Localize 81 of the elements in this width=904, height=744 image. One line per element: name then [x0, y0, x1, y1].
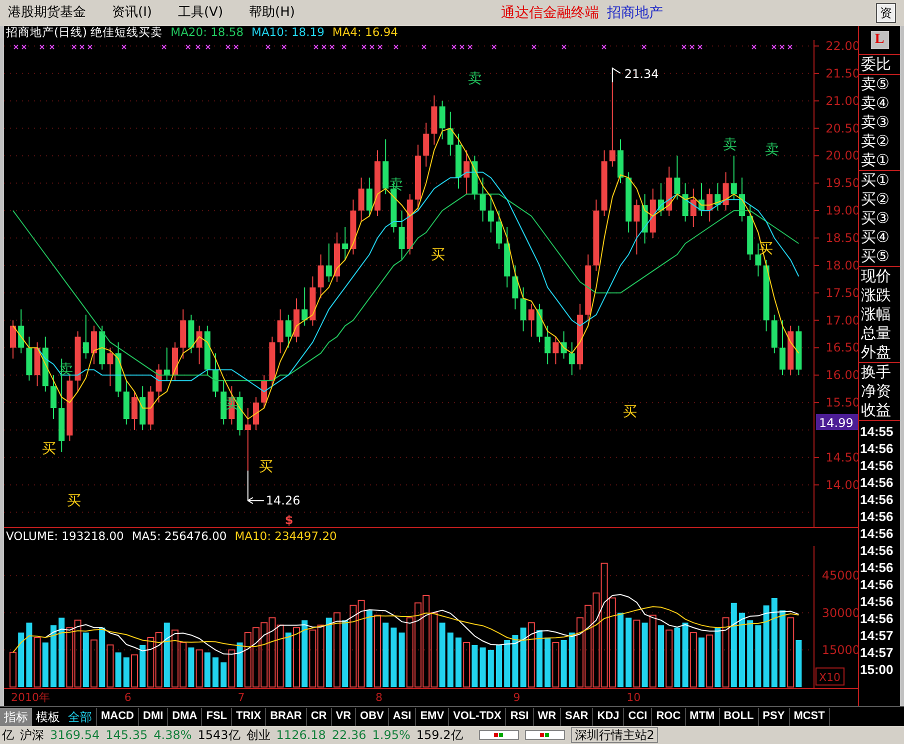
quote-label: 涨幅 [860, 305, 892, 324]
quote-label: 卖⑤ [860, 75, 890, 94]
date-axis-label: 10 [626, 690, 641, 706]
quote-label: 卖② [860, 132, 890, 151]
trade-time: 14:56 [859, 576, 894, 593]
signal-label: 买 [431, 247, 445, 263]
date-axis-label: 2010年 [11, 690, 50, 706]
status-item: 3169.54 [50, 727, 100, 744]
menu-item[interactable]: 资讯(I) [112, 3, 152, 23]
signal-label: 卖 [723, 137, 737, 153]
menu-item[interactable]: 帮助(H) [249, 3, 295, 23]
status-item: 创业 [246, 727, 270, 744]
status-item: 22.36 [332, 727, 366, 744]
trade-time: 14:56 [859, 508, 894, 525]
date-axis-label: 7 [238, 690, 245, 706]
high-price-label: 21.34 [624, 67, 659, 82]
date-axis-label: 8 [376, 690, 382, 706]
chart-title: 招商地产(日线) 绝佳短线买卖 [6, 27, 163, 39]
trade-time: 15:00 [859, 661, 894, 678]
menu-item[interactable]: 工具(V) [178, 3, 224, 23]
signal-label: 卖 [225, 396, 239, 412]
volume-value: MA5: 256476.00 [132, 528, 227, 546]
quote-label: 卖③ [860, 113, 890, 132]
app-title: 通达信金融终端 [500, 4, 599, 22]
trade-time: 14:57 [859, 627, 894, 644]
server-name: 深圳行情主站2 [570, 727, 658, 743]
quote-label: 买② [860, 190, 890, 209]
signal-label: 卖 [765, 142, 779, 158]
info-button[interactable]: 资 [876, 3, 896, 23]
trade-time: 14:57 [859, 644, 894, 661]
indicator-value: MA10: 18.19 [252, 27, 324, 39]
quote-label: 现价 [860, 267, 892, 286]
date-axis-label: 6 [124, 690, 132, 706]
signal-label: 买 [67, 493, 81, 509]
scale-box: X10 [816, 668, 844, 686]
trade-time: 14:56 [859, 440, 894, 457]
signal-label: 买 [42, 441, 56, 457]
quote-label: 卖① [860, 151, 890, 170]
indicator-value: MA20: 18.58 [170, 27, 244, 39]
quote-label: 买③ [860, 209, 890, 228]
status-item: 4.38% [154, 727, 192, 744]
menu-item[interactable]: 港股期货基金 [8, 3, 86, 23]
trade-time: 14:56 [859, 525, 894, 542]
status-item: 145.35 [106, 727, 148, 744]
quote-label: 收益 [860, 401, 892, 420]
status-item: 1543亿 [198, 727, 240, 744]
signal-label: 卖 [389, 177, 403, 193]
quote-label: 买④ [860, 228, 890, 247]
trade-time: 14:55 [859, 423, 894, 440]
quote-label: 买⑤ [860, 247, 890, 266]
mode-button[interactable]: 指标 [0, 708, 32, 726]
trade-time: 14:56 [859, 491, 894, 508]
trade-time: 14:56 [859, 559, 894, 576]
status-item: 1126.18 [276, 727, 326, 744]
quote-label: 买① [860, 171, 890, 190]
trade-time: 14:56 [859, 610, 894, 627]
signal-label: 买 [623, 404, 637, 420]
date-axis-label: 9 [513, 690, 520, 706]
low-price-label: 14.26 [266, 494, 300, 508]
trade-time: 14:56 [859, 474, 894, 491]
quote-label: 涨跌 [860, 286, 892, 305]
status-item: 1.95% [372, 727, 410, 744]
signal-label: 买 [259, 459, 273, 475]
trade-time: 14:56 [859, 542, 894, 559]
indicator-value: MA4: 16.94 [332, 27, 398, 39]
quote-label: 换手 [860, 363, 892, 382]
signal-label: 卖 [468, 71, 482, 87]
marker-label: $ [284, 513, 294, 527]
quote-label: 总量 [860, 324, 892, 343]
quote-label: 委比 [860, 55, 892, 74]
quote-label: 净资 [860, 382, 892, 401]
status-item: 沪深 [20, 727, 44, 744]
stock-name: 招商地产 [606, 4, 663, 22]
volume-value: MA10: 234497.20 [234, 528, 337, 546]
trade-time: 14:56 [859, 457, 894, 474]
volume-value: VOLUME: 193218.00 [6, 528, 124, 546]
trade-time: 14:56 [859, 593, 894, 610]
status-item: 亿 [2, 727, 14, 744]
quote-label: 外盘 [860, 343, 892, 362]
quote-label: 卖④ [860, 94, 890, 113]
status-item: 159.2亿 [416, 727, 463, 744]
